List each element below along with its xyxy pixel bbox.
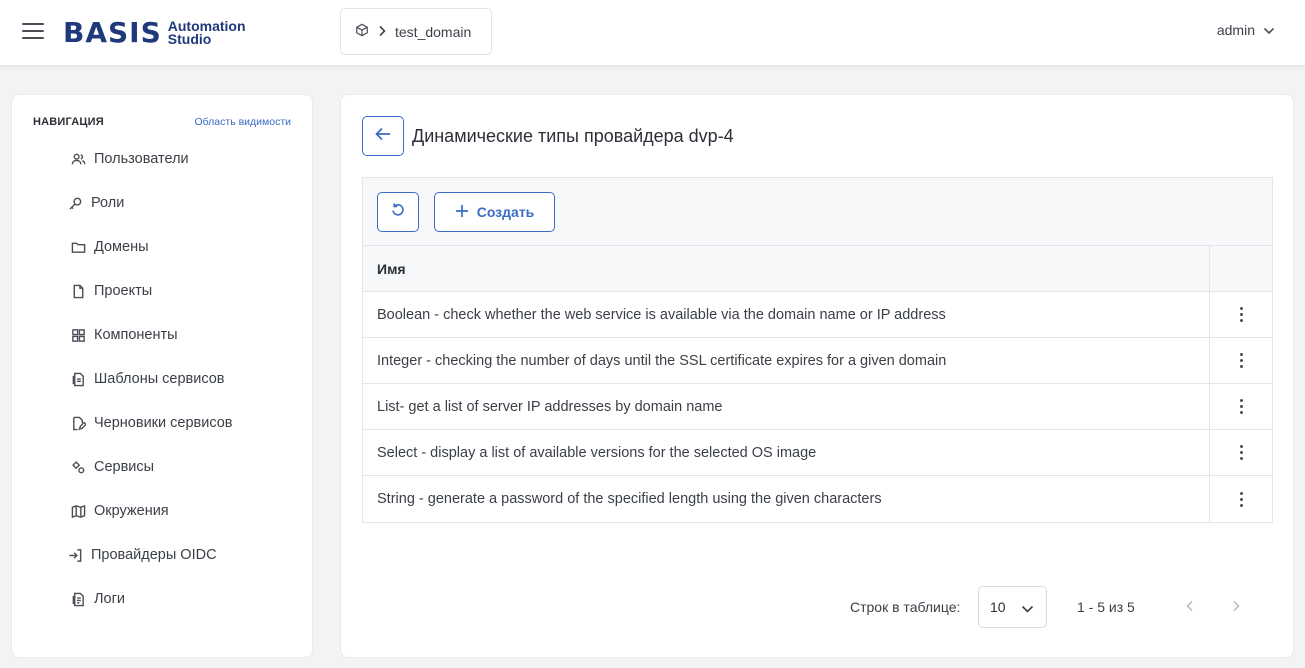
refresh-icon (390, 202, 406, 223)
sidebar-item-domains[interactable]: Домены (12, 225, 312, 269)
grid-icon (70, 327, 86, 343)
template-icon (70, 371, 86, 387)
scope-link[interactable]: Область видимости (194, 116, 291, 128)
cube-icon (355, 23, 369, 40)
sidebar-item-label: Провайдеры OIDC (91, 547, 217, 563)
column-header-actions (1209, 246, 1272, 291)
create-button-label: Создать (476, 204, 535, 220)
row-name[interactable]: Select - display a list of available ver… (363, 430, 1209, 475)
sidebar-item-label: Пользователи (94, 151, 189, 167)
page-range: 1 - 5 из 5 (1077, 599, 1135, 615)
key-icon (67, 195, 83, 211)
breadcrumb-domain: test_domain (395, 23, 472, 40)
nav-heading: НАВИГАЦИЯ (33, 116, 104, 128)
sidebar-item-projects[interactable]: Проекты (12, 269, 312, 313)
column-header-name[interactable]: Имя (363, 246, 1209, 291)
data-table: Создать Имя Boolean - check whether the … (362, 177, 1273, 523)
row-actions-button[interactable] (1209, 384, 1272, 429)
draft-icon (70, 415, 86, 431)
users-icon (70, 151, 86, 167)
top-bar: BASIS Automation Studio test_domain admi… (0, 0, 1305, 66)
file-icon (70, 283, 86, 299)
breadcrumb[interactable]: test_domain (340, 8, 492, 55)
more-vertical-icon (1239, 307, 1243, 322)
row-actions-button[interactable] (1209, 338, 1272, 383)
login-icon (67, 547, 83, 563)
sidebar-item-label: Шаблоны сервисов (94, 371, 225, 387)
nav-list: Пользователи Роли Домены Проекты Компоне… (12, 137, 312, 621)
rows-per-page-select[interactable]: 10 (978, 586, 1047, 628)
row-name[interactable]: Integer - checking the number of days un… (363, 338, 1209, 383)
chevron-right-icon (377, 24, 387, 40)
table-row[interactable]: Select - display a list of available ver… (363, 430, 1272, 476)
row-name[interactable]: List- get a list of server IP addresses … (363, 384, 1209, 429)
more-vertical-icon (1239, 491, 1243, 507)
rows-per-page-label: Строк в таблице: (850, 599, 961, 615)
sidebar-item-label: Черновики сервисов (94, 415, 233, 431)
refresh-button[interactable] (377, 192, 419, 232)
logs-icon (70, 591, 86, 607)
sidebar: НАВИГАЦИЯ Область видимости Пользователи… (11, 94, 313, 658)
user-name: admin (1216, 22, 1255, 38)
row-actions-button[interactable] (1209, 476, 1272, 522)
map-icon (70, 503, 86, 519)
table-row[interactable]: String - generate a password of the spec… (363, 476, 1272, 522)
main-panel: Динамические типы провайдера dvp-4 Созда… (340, 94, 1294, 658)
sidebar-item-service-drafts[interactable]: Черновики сервисов (12, 401, 312, 445)
sidebar-item-label: Проекты (94, 283, 153, 299)
back-button[interactable] (362, 116, 404, 156)
sidebar-item-environments[interactable]: Окружения (12, 489, 312, 533)
more-vertical-icon (1239, 399, 1243, 414)
sidebar-item-services[interactable]: Сервисы (12, 445, 312, 489)
sidebar-item-label: Домены (94, 239, 149, 255)
table-header: Имя (363, 246, 1272, 292)
table-row[interactable]: Boolean - check whether the web service … (363, 292, 1272, 338)
sidebar-item-label: Компоненты (94, 327, 178, 343)
row-name[interactable]: Boolean - check whether the web service … (363, 292, 1209, 337)
sidebar-item-label: Сервисы (94, 459, 155, 475)
menu-icon[interactable] (22, 23, 44, 41)
sidebar-item-service-templates[interactable]: Шаблоны сервисов (12, 357, 312, 401)
user-menu[interactable]: admin (1217, 22, 1275, 38)
logo-main: BASIS (63, 16, 162, 49)
sidebar-item-components[interactable]: Компоненты (12, 313, 312, 357)
chevron-right-icon (1233, 600, 1240, 612)
table-toolbar: Создать (363, 178, 1272, 246)
folder-icon (70, 239, 86, 255)
rows-per-page-value: 10 (990, 599, 1006, 615)
create-button[interactable]: Создать (434, 192, 555, 232)
next-page-button[interactable] (1228, 598, 1244, 614)
sidebar-item-logs[interactable]: Логи (12, 577, 312, 621)
chevron-left-icon (1186, 600, 1193, 612)
row-actions-button[interactable] (1209, 430, 1272, 475)
logo[interactable]: BASIS Automation Studio (63, 18, 263, 48)
previous-page-button[interactable] (1182, 598, 1198, 614)
row-name[interactable]: String - generate a password of the spec… (363, 476, 1209, 522)
pagination: Строк в таблице: 10 1 - 5 из 5 (341, 586, 1293, 628)
row-actions-button[interactable] (1209, 292, 1272, 337)
sidebar-item-label: Роли (91, 195, 125, 211)
sidebar-item-users[interactable]: Пользователи (12, 137, 312, 181)
logo-sub: Automation Studio (167, 18, 246, 47)
more-vertical-icon (1239, 445, 1243, 460)
arrow-left-icon (375, 127, 391, 146)
sidebar-item-label: Логи (94, 591, 125, 607)
services-icon (70, 459, 86, 475)
table-row[interactable]: Integer - checking the number of days un… (363, 338, 1272, 384)
page-title: Динамические типы провайдера dvp-4 (412, 126, 734, 146)
table-row[interactable]: List- get a list of server IP addresses … (363, 384, 1272, 430)
chevron-down-icon (1263, 22, 1275, 38)
plus-icon (455, 204, 469, 221)
sidebar-item-oidc-providers[interactable]: Провайдеры OIDC (12, 533, 312, 577)
more-vertical-icon (1239, 353, 1243, 368)
sidebar-item-label: Окружения (94, 503, 169, 519)
chevron-down-icon (1021, 601, 1034, 617)
sidebar-item-roles[interactable]: Роли (12, 181, 312, 225)
